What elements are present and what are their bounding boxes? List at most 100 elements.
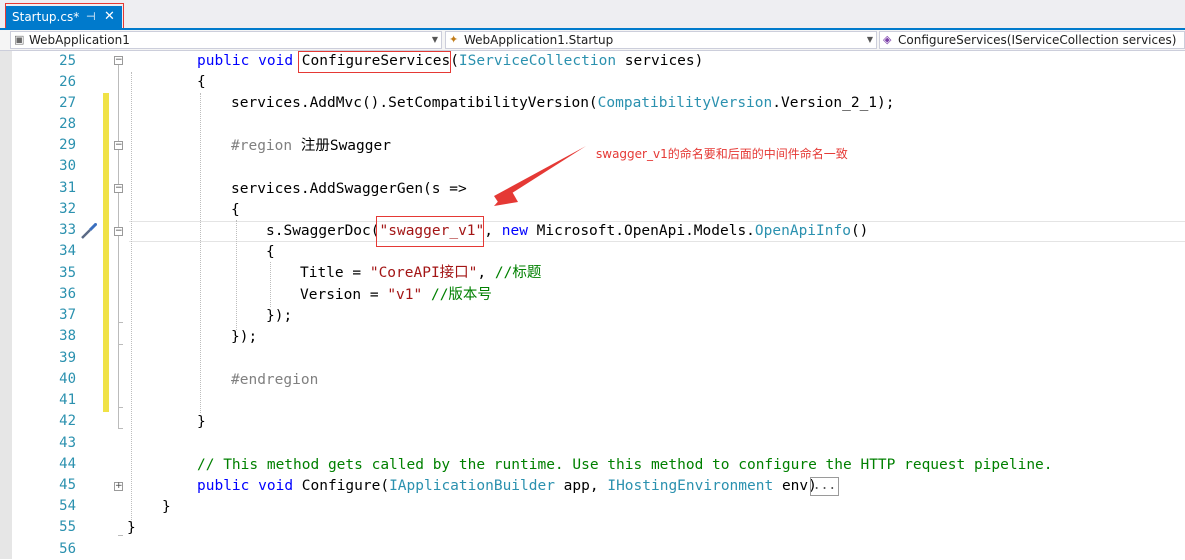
line-number: 37 xyxy=(59,307,76,323)
line-number: 39 xyxy=(59,350,76,366)
collapsed-code-block[interactable]: ... xyxy=(810,477,839,496)
code-token: Configure( xyxy=(293,478,390,494)
code-line-37[interactable]: }); xyxy=(266,306,292,327)
code-line-31[interactable]: services.AddSwaggerGen(s => xyxy=(231,179,467,200)
outline-line-outer xyxy=(118,66,119,536)
project-label: WebApplication1 xyxy=(29,33,130,47)
close-icon[interactable]: ✕ xyxy=(104,6,115,28)
type-name: CompatibilityVersion xyxy=(597,95,773,111)
type-name: IApplicationBuilder xyxy=(389,478,555,494)
line-number: 27 xyxy=(59,95,76,111)
class-dropdown[interactable]: ✦ WebApplication1.Startup ▼ xyxy=(445,31,877,49)
code-line-25[interactable]: public void ConfigureServices(IServiceCo… xyxy=(197,51,703,72)
method-name: ConfigureServices xyxy=(301,53,451,69)
indent-guide xyxy=(236,220,237,330)
type-name: IServiceCollection xyxy=(458,53,617,69)
screwdriver-icon[interactable] xyxy=(80,222,98,240)
string-literal: "CoreAPI接口" xyxy=(369,265,478,281)
code-token: s.SwaggerDoc( xyxy=(266,223,380,239)
line-number: 40 xyxy=(59,371,76,387)
line-number: 38 xyxy=(59,328,76,344)
code-token: , xyxy=(477,265,495,281)
line-number: 25 xyxy=(59,53,76,69)
chevron-down-icon: ▼ xyxy=(431,35,438,44)
code-token: app, xyxy=(554,478,608,494)
line-number: 41 xyxy=(59,392,76,408)
type-name: OpenApiInfo xyxy=(754,223,851,239)
keyword: void xyxy=(258,478,294,494)
line-number: 42 xyxy=(59,413,76,429)
collapse-toggle[interactable]: − xyxy=(114,56,123,65)
type-name: IHostingEnvironment xyxy=(607,478,774,494)
line-number: 34 xyxy=(59,243,76,259)
class-label: WebApplication1.Startup xyxy=(464,33,614,47)
line-number: 26 xyxy=(59,74,76,90)
line-number: 32 xyxy=(59,201,76,217)
code-line-36[interactable]: Version = "v1" //版本号 xyxy=(300,285,492,306)
document-tab-startup[interactable]: Startup.cs* ⊣ ✕ xyxy=(6,6,122,28)
line-number: 43 xyxy=(59,435,76,451)
line-number: 28 xyxy=(59,116,76,132)
line-number: 45 xyxy=(59,477,76,493)
indent-guide xyxy=(200,93,201,413)
region-directive: #region xyxy=(231,138,293,154)
code-token: Title = xyxy=(300,265,370,281)
keyword: public xyxy=(197,478,250,494)
code-token: , xyxy=(484,223,502,239)
keyword: public xyxy=(197,53,250,69)
line-number: 56 xyxy=(59,541,76,557)
code-line-44[interactable]: // This method gets called by the runtim… xyxy=(197,455,1053,476)
pin-icon[interactable]: ⊣ xyxy=(86,6,96,28)
region-name: 注册Swagger xyxy=(292,138,391,154)
code-line-55[interactable]: } xyxy=(127,518,136,539)
outline-end xyxy=(118,535,123,536)
indent-guide xyxy=(131,72,132,532)
code-token: services) xyxy=(616,53,704,69)
document-tab-strip xyxy=(0,0,1185,29)
code-line-35[interactable]: Title = "CoreAPI接口", //标题 xyxy=(300,263,541,284)
code-token: Microsoft.OpenApi.Models. xyxy=(527,223,755,239)
code-line-45[interactable]: public void Configure(IApplicationBuilde… xyxy=(197,476,817,497)
tab-title: Startup.cs* xyxy=(12,10,80,24)
member-label: ConfigureServices(IServiceCollection ser… xyxy=(898,33,1177,47)
line-number: 29 xyxy=(59,137,76,153)
code-line-29[interactable]: #region 注册Swagger xyxy=(231,136,391,157)
line-number: 35 xyxy=(59,265,76,281)
annotation-note: swagger_v1的命名要和后面的中间件命名一致 xyxy=(596,147,848,161)
code-line-42[interactable]: } xyxy=(197,412,206,433)
csharp-project-icon: ▣ xyxy=(14,33,25,46)
code-token: services.AddMvc().SetCompatibilityVersio… xyxy=(231,95,598,111)
class-icon: ✦ xyxy=(449,33,459,46)
change-tracking-bar xyxy=(103,93,109,412)
comment: //标题 xyxy=(494,265,542,281)
code-line-34[interactable]: { xyxy=(266,242,275,263)
annotation-arrow xyxy=(494,146,586,206)
code-line-33[interactable]: s.SwaggerDoc("swagger_v1", new Microsoft… xyxy=(266,221,868,242)
code-token: .Version_2_1); xyxy=(772,95,895,111)
line-number: 36 xyxy=(59,286,76,302)
code-line-40[interactable]: #endregion xyxy=(231,370,318,391)
method-icon: ◈ xyxy=(883,33,892,46)
line-number: 55 xyxy=(59,519,76,535)
member-dropdown[interactable]: ◈ ConfigureServices(IServiceCollection s… xyxy=(879,31,1185,49)
line-number: 30 xyxy=(59,158,76,174)
string-literal: "v1" xyxy=(387,287,423,303)
code-line-38[interactable]: }); xyxy=(231,327,257,348)
string-literal: "swagger_v1" xyxy=(379,223,485,239)
code-token: ( xyxy=(450,53,459,69)
line-number: 44 xyxy=(59,456,76,472)
code-line-26[interactable]: { xyxy=(197,72,206,93)
project-dropdown[interactable]: ▣ WebApplication1 ▼ xyxy=(10,31,442,49)
code-line-54[interactable]: } xyxy=(162,497,171,518)
code-line-32[interactable]: { xyxy=(231,200,240,221)
indent-guide xyxy=(270,262,271,307)
code-line-27[interactable]: services.AddMvc().SetCompatibilityVersio… xyxy=(231,93,894,114)
navigation-bar: ▣ WebApplication1 ▼ ✦ WebApplication1.St… xyxy=(0,30,1185,51)
line-number: 54 xyxy=(59,498,76,514)
code-token: Version = xyxy=(300,287,388,303)
editor-margin xyxy=(0,51,12,559)
code-token: () xyxy=(850,223,869,239)
line-number: 31 xyxy=(59,180,76,196)
chevron-down-icon: ▼ xyxy=(866,35,873,44)
